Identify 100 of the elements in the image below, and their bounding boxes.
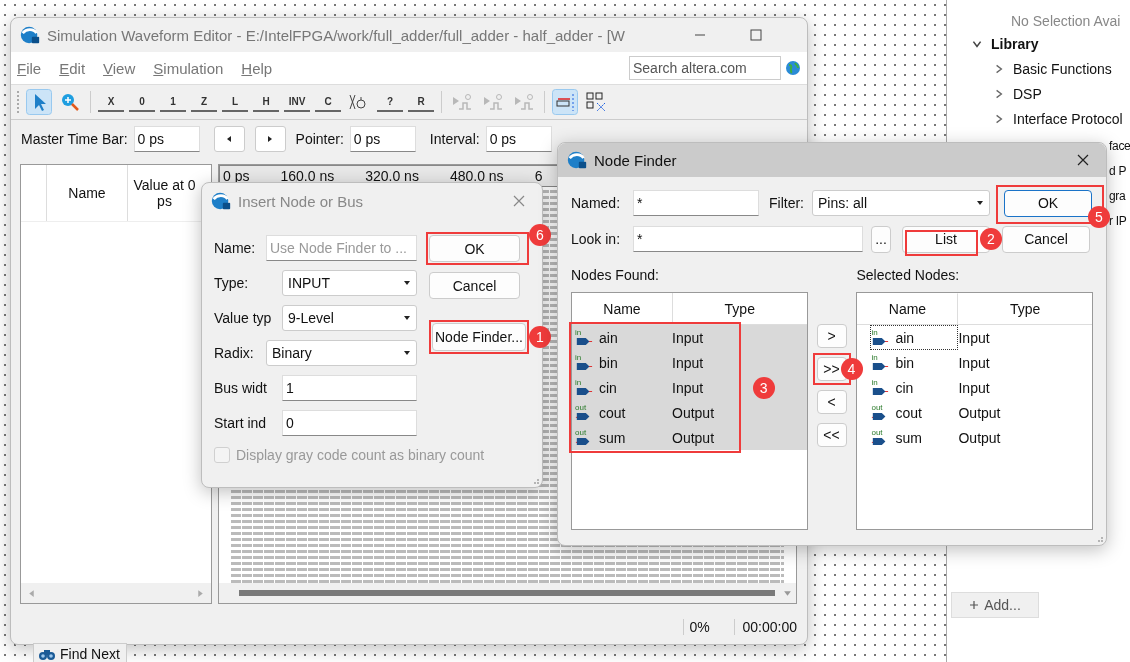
node-type: Input xyxy=(672,329,704,346)
dropdown[interactable]: INPUT xyxy=(282,270,417,296)
step-badge: 6 xyxy=(528,224,551,246)
node-row[interactable]: in ain Input xyxy=(572,325,807,350)
waveform-tool-button[interactable]: 1 xyxy=(160,92,186,112)
scroll-right-icon[interactable] xyxy=(196,588,205,598)
waveform-tool-button[interactable]: INV xyxy=(284,92,310,112)
transfer-button[interactable]: > xyxy=(816,324,847,348)
node-name-cell[interactable]: out cout xyxy=(870,400,959,425)
transfer-button[interactable]: >> xyxy=(816,357,847,381)
node-row[interactable]: in bin Input xyxy=(572,350,807,375)
node-name: cin xyxy=(599,379,618,396)
text-field[interactable]: 0 xyxy=(282,410,417,436)
node-row[interactable]: out sum Output xyxy=(572,425,807,450)
menu-item[interactable]: Help xyxy=(241,59,273,77)
tree-item[interactable]: Interface Protocol xyxy=(1013,110,1123,127)
text-field[interactable]: Use Node Finder to ... xyxy=(266,235,417,261)
globe-icon[interactable] xyxy=(785,60,801,76)
look-in-field[interactable]: * xyxy=(633,226,863,252)
node-type: Output xyxy=(958,429,1001,446)
dropdown[interactable]: Binary xyxy=(266,340,417,366)
find-next-button[interactable]: Find Next xyxy=(33,643,127,662)
checkbox-label: Display gray code count as binary count xyxy=(236,447,485,463)
resize-grip-icon[interactable] xyxy=(1096,535,1104,543)
dialog-button[interactable]: Node Finder... xyxy=(432,323,526,351)
node-name: sum xyxy=(599,429,627,446)
scroll-left-icon[interactable] xyxy=(27,588,36,598)
waveform-tool-button[interactable]: H xyxy=(253,92,279,112)
resize-grip-icon[interactable] xyxy=(532,477,540,485)
waveform-tool-button[interactable]: X xyxy=(98,92,124,112)
binoculars-icon xyxy=(38,647,56,661)
tree-item[interactable]: Library xyxy=(991,35,1039,52)
app-icon xyxy=(566,149,588,171)
dialog-button[interactable]: Cancel xyxy=(429,272,520,299)
node-name-cell[interactable]: out sum xyxy=(870,425,959,450)
waveform-tool-button[interactable]: L xyxy=(222,92,248,112)
column-header[interactable]: Name xyxy=(47,165,128,221)
node-name-cell[interactable]: in ain xyxy=(870,325,959,350)
tree-item[interactable]: r IP xyxy=(1109,209,1130,234)
pin-direction: out xyxy=(575,404,588,412)
field-label: Start ind xyxy=(214,415,268,431)
column-header[interactable]: Name xyxy=(572,293,673,324)
tree-item[interactable]: face xyxy=(1109,134,1130,159)
menu-item[interactable]: Simulation xyxy=(153,59,224,77)
pointer-field[interactable]: 0 ps xyxy=(349,126,416,152)
search-field[interactable]: Search altera.com xyxy=(629,56,781,80)
pin-icon xyxy=(871,337,890,346)
node-name: bin xyxy=(599,354,619,371)
dropdown[interactable]: 9-Level xyxy=(282,305,417,331)
close-icon[interactable] xyxy=(1076,153,1090,167)
master-time-field[interactable]: 0 ps xyxy=(133,126,200,152)
time-label: 480.0 ns xyxy=(449,168,504,184)
menu-item[interactable]: Edit xyxy=(59,59,86,77)
pin-direction: out xyxy=(871,429,884,437)
maximize-icon[interactable] xyxy=(749,28,763,42)
plus-icon xyxy=(969,600,980,610)
node-row[interactable]: out cout Output xyxy=(572,400,807,425)
dialog-button[interactable]: Cancel xyxy=(1002,225,1090,253)
pointer-icon[interactable] xyxy=(26,89,52,115)
waveform-tool-button[interactable]: 0 xyxy=(129,92,155,112)
tree-item[interactable]: d P xyxy=(1109,159,1130,184)
transfer-button[interactable]: << xyxy=(816,423,847,447)
tree-item[interactable]: gra xyxy=(1109,184,1130,209)
field-label: Master Time Bar: xyxy=(21,131,128,147)
waveform-tool-button[interactable]: R xyxy=(408,92,434,112)
field-label: Value typ xyxy=(214,310,273,326)
tree-item[interactable]: DSP xyxy=(1013,85,1042,102)
node-type: Output xyxy=(672,404,715,421)
column-header[interactable]: Type xyxy=(958,293,1092,324)
caret-icon xyxy=(403,349,411,357)
tree-item[interactable]: Basic Functions xyxy=(1013,60,1112,77)
waveform-tool-button[interactable]: ? xyxy=(377,92,403,112)
time-label: 320.0 ns xyxy=(365,168,419,184)
filter-dropdown[interactable]: Pins: all xyxy=(812,190,990,216)
next-button[interactable] xyxy=(254,126,286,152)
section-label: Selected Nodes: xyxy=(856,267,961,284)
pin-icon xyxy=(575,337,593,346)
transfer-button[interactable]: < xyxy=(816,390,847,414)
node-name-cell[interactable]: in bin xyxy=(870,350,959,375)
node-name-cell[interactable]: in cin xyxy=(870,375,959,400)
app-icon xyxy=(19,24,41,46)
previous-button[interactable] xyxy=(213,126,245,152)
interval-field[interactable]: 0 ps xyxy=(485,126,552,152)
waveform-tool-button[interactable]: C xyxy=(315,92,341,112)
elapsed-time: 00:00:00 xyxy=(733,619,807,635)
menu-item[interactable]: View xyxy=(103,59,136,77)
snap-icon[interactable] xyxy=(552,89,578,115)
add-button[interactable]: Add... xyxy=(951,592,1039,618)
status-text: No Selection Avai xyxy=(1011,12,1122,31)
scroll-down-icon[interactable] xyxy=(783,588,792,598)
waveform-tool-button[interactable]: Z xyxy=(191,92,217,112)
column-header[interactable]: Name xyxy=(857,293,959,324)
dialog-button[interactable]: OK xyxy=(1004,189,1092,217)
column-header[interactable]: Type xyxy=(673,293,807,324)
scrollbar-thumb[interactable] xyxy=(239,590,775,596)
browse-button[interactable]: ... xyxy=(871,225,891,253)
dialog-button[interactable]: OK xyxy=(429,235,520,262)
text-field[interactable]: 1 xyxy=(282,375,417,401)
menu-item[interactable]: File xyxy=(17,59,42,77)
named-field[interactable]: * xyxy=(633,190,759,216)
